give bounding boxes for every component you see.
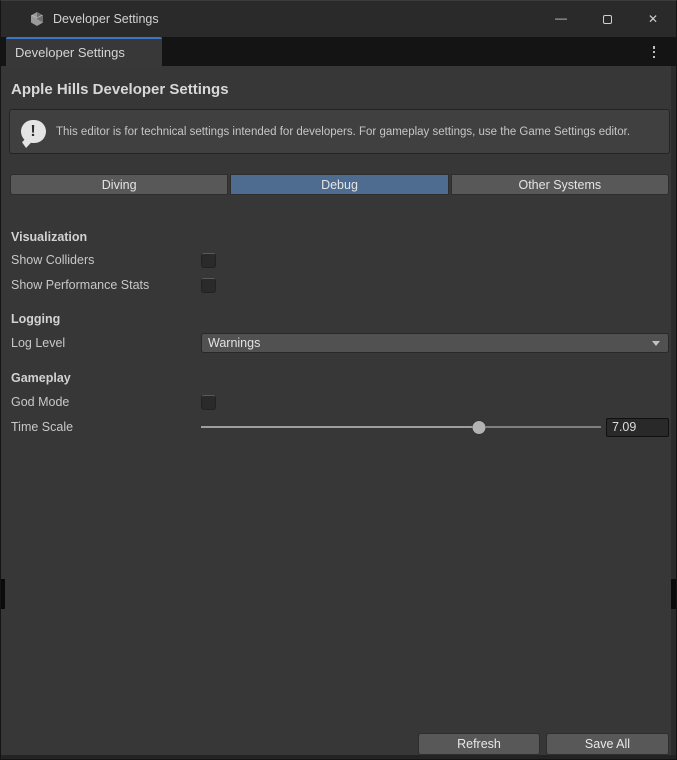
time-scale-label: Time Scale bbox=[11, 420, 73, 434]
window-right-gutter bbox=[671, 66, 676, 759]
info-icon-glyph: ! bbox=[30, 123, 35, 141]
section-gameplay: Gameplay bbox=[11, 371, 71, 385]
refresh-button-label: Refresh bbox=[457, 737, 501, 751]
window-titlebar[interactable]: Developer Settings — ✕ bbox=[1, 1, 676, 37]
window-left-notch bbox=[1, 579, 5, 609]
unity-logo-icon bbox=[29, 11, 45, 27]
helpbox: ! This editor is for technical settings … bbox=[9, 109, 670, 154]
section-visualization: Visualization bbox=[11, 230, 87, 244]
show-colliders-checkbox[interactable] bbox=[201, 253, 216, 268]
show-performance-stats-label: Show Performance Stats bbox=[11, 278, 149, 292]
page-title: Apple Hills Developer Settings bbox=[11, 81, 229, 98]
window-right-notch bbox=[671, 579, 676, 609]
time-scale-value-field[interactable]: 7.09 bbox=[606, 418, 669, 437]
close-button[interactable]: ✕ bbox=[630, 1, 676, 37]
dock-tab-label: Developer Settings bbox=[15, 45, 125, 60]
tab-debug-label: Debug bbox=[321, 178, 358, 192]
info-icon: ! bbox=[21, 120, 46, 143]
kebab-menu-icon[interactable] bbox=[648, 45, 660, 59]
god-mode-label: God Mode bbox=[11, 395, 69, 409]
save-all-button-label: Save All bbox=[585, 737, 630, 751]
close-icon: ✕ bbox=[648, 12, 658, 26]
tab-diving[interactable]: Diving bbox=[10, 174, 228, 195]
tab-diving-label: Diving bbox=[102, 178, 137, 192]
show-performance-stats-checkbox[interactable] bbox=[201, 278, 216, 293]
maximize-button[interactable] bbox=[584, 1, 630, 37]
time-scale-slider-fill bbox=[201, 426, 479, 428]
log-level-value: Warnings bbox=[208, 336, 260, 350]
developer-settings-window: Developer Settings — ✕ Developer Setting… bbox=[0, 0, 677, 760]
helpbox-icon-wrap: ! bbox=[10, 120, 56, 143]
window-controls: — ✕ bbox=[538, 1, 676, 37]
save-all-button[interactable]: Save All bbox=[546, 733, 669, 755]
tab-other-systems[interactable]: Other Systems bbox=[451, 174, 669, 195]
minimize-button[interactable]: — bbox=[538, 1, 584, 37]
helpbox-text: This editor is for technical settings in… bbox=[56, 125, 669, 139]
maximize-icon bbox=[603, 15, 612, 24]
system-tabs-toolbar: Diving Debug Other Systems bbox=[10, 174, 669, 195]
window-bottom-edge bbox=[1, 755, 676, 759]
time-scale-slider-thumb[interactable] bbox=[473, 421, 486, 434]
minimize-icon: — bbox=[555, 11, 567, 25]
dock-tabbar: Developer Settings bbox=[1, 37, 676, 66]
window-title: Developer Settings bbox=[53, 12, 159, 26]
section-logging: Logging bbox=[11, 312, 60, 326]
tab-other-systems-label: Other Systems bbox=[518, 178, 601, 192]
tab-debug[interactable]: Debug bbox=[230, 174, 448, 195]
chevron-down-icon bbox=[652, 341, 660, 346]
show-colliders-label: Show Colliders bbox=[11, 253, 94, 267]
log-level-label: Log Level bbox=[11, 336, 65, 350]
log-level-dropdown[interactable]: Warnings bbox=[201, 333, 669, 353]
refresh-button[interactable]: Refresh bbox=[418, 733, 540, 755]
time-scale-slider[interactable] bbox=[201, 418, 601, 437]
god-mode-checkbox[interactable] bbox=[201, 395, 216, 410]
tab-developer-settings[interactable]: Developer Settings bbox=[6, 37, 162, 66]
